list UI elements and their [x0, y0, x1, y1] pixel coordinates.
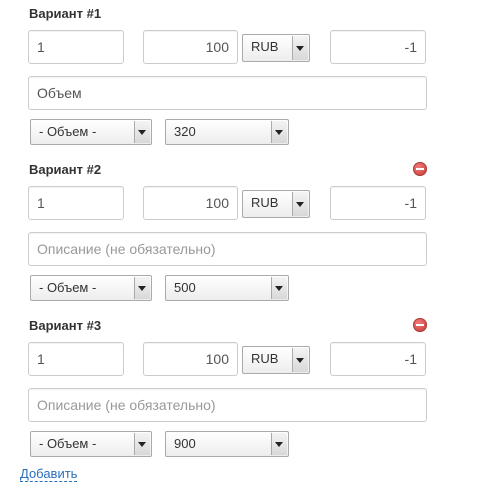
value-select-value: 900	[174, 436, 196, 451]
variant-title: Вариант #1	[29, 6, 102, 21]
currency-value: RUB	[251, 351, 279, 366]
currency-value: RUB	[251, 39, 279, 54]
description-input[interactable]: Описание (не обязательно)	[28, 232, 427, 266]
currency-select[interactable]: RUB	[242, 34, 310, 62]
param-select[interactable]: - Объем -	[30, 431, 152, 457]
chevron-down-icon	[134, 433, 150, 455]
currency-select[interactable]: RUB	[242, 346, 310, 374]
price-input[interactable]: 100	[143, 30, 238, 64]
param-select-value: - Объем -	[39, 436, 97, 451]
currency-value: RUB	[251, 195, 279, 210]
value-select[interactable]: 320	[165, 119, 289, 145]
chevron-down-icon	[292, 348, 308, 372]
variant-block: Вариант #1 1 100 RUB -1 Объем - Объем - …	[0, 6, 488, 156]
variant-block: Вариант #2 1 100 RUB -1 Описание (не обя…	[0, 162, 488, 312]
param-select-value: - Объем -	[39, 124, 97, 139]
param-select[interactable]: - Объем -	[30, 275, 152, 301]
chevron-down-icon	[292, 36, 308, 60]
chevron-down-icon	[271, 433, 287, 455]
quantity-input[interactable]: 1	[28, 186, 124, 220]
chevron-down-icon	[271, 121, 287, 143]
add-variant-link[interactable]: Добавить	[20, 466, 78, 482]
variant-title: Вариант #2	[29, 162, 102, 177]
value-select[interactable]: 900	[165, 431, 289, 457]
value-select-value: 320	[174, 124, 196, 139]
extra-input[interactable]: -1	[330, 186, 426, 220]
chevron-down-icon	[292, 192, 308, 216]
price-input[interactable]: 100	[143, 186, 238, 220]
remove-icon[interactable]	[413, 318, 427, 332]
value-select-value: 500	[174, 280, 196, 295]
extra-input[interactable]: -1	[330, 30, 426, 64]
chevron-down-icon	[134, 277, 150, 299]
description-input[interactable]: Описание (не обязательно)	[28, 388, 427, 422]
value-select[interactable]: 500	[165, 275, 289, 301]
quantity-input[interactable]: 1	[28, 342, 124, 376]
chevron-down-icon	[271, 277, 287, 299]
currency-select[interactable]: RUB	[242, 190, 310, 218]
param-select[interactable]: - Объем -	[30, 119, 152, 145]
extra-input[interactable]: -1	[330, 342, 426, 376]
description-input[interactable]: Объем	[28, 76, 427, 110]
remove-icon[interactable]	[413, 162, 427, 176]
param-select-value: - Объем -	[39, 280, 97, 295]
variant-block: Вариант #3 1 100 RUB -1 Описание (не обя…	[0, 318, 488, 468]
quantity-input[interactable]: 1	[28, 30, 124, 64]
variant-title: Вариант #3	[29, 318, 102, 333]
price-input[interactable]: 100	[143, 342, 238, 376]
chevron-down-icon	[134, 121, 150, 143]
